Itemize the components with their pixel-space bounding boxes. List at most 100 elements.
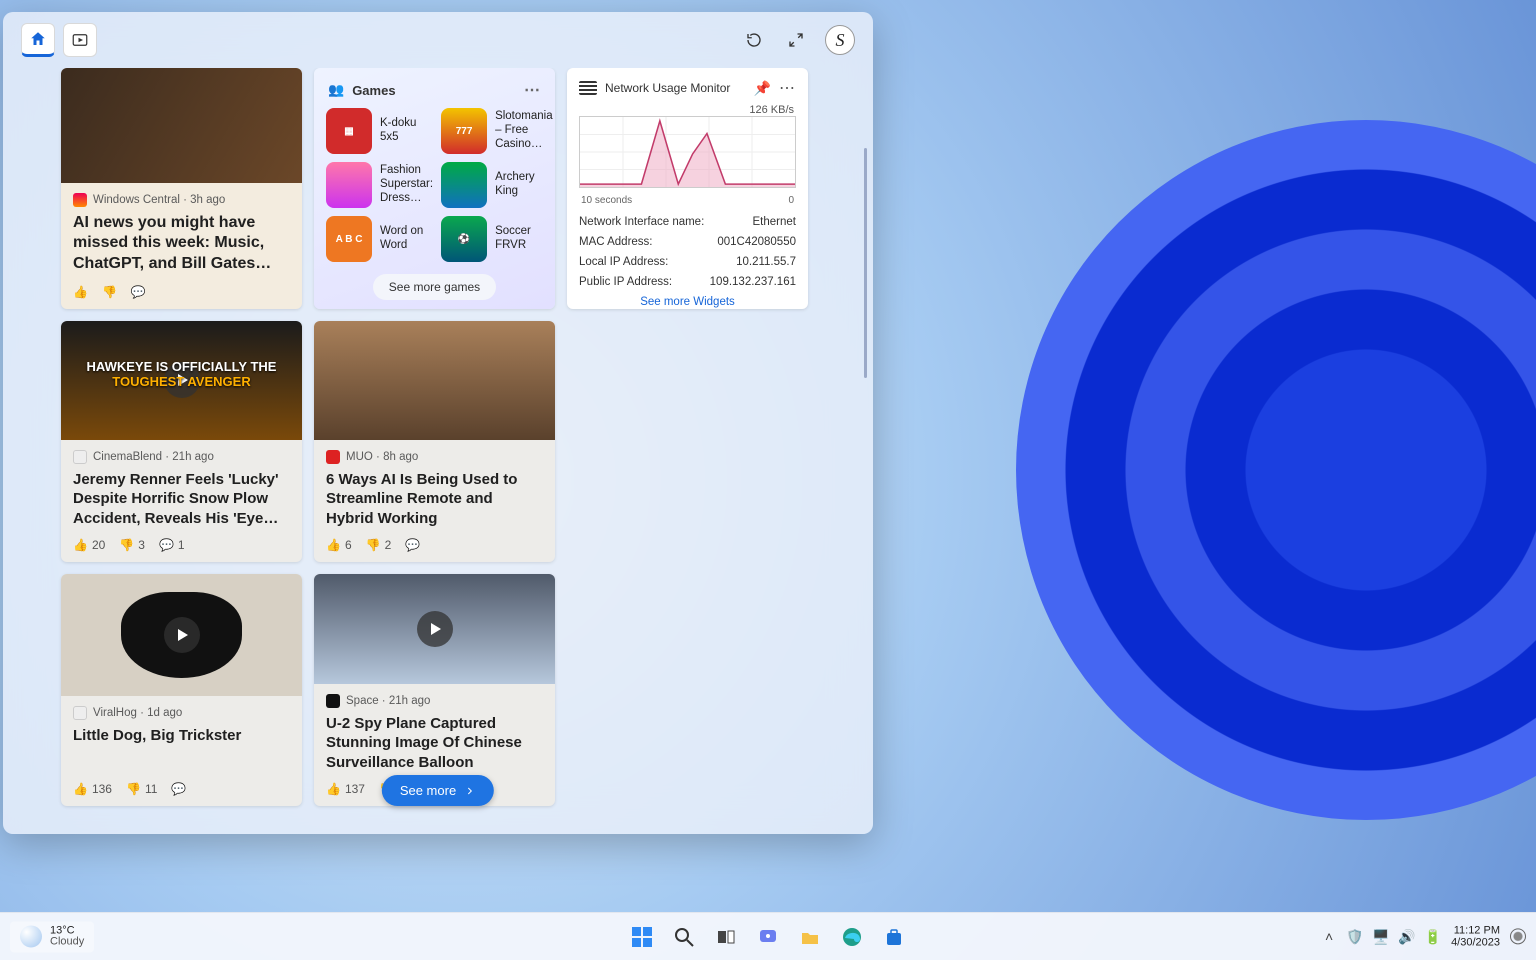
games-widget: 👥 Games ⋯ ▦K-doku 5x5 777Slotomania – Fr… bbox=[314, 68, 555, 309]
net-row-val: Ethernet bbox=[753, 216, 796, 228]
see-more-widgets-link[interactable]: See more Widgets bbox=[579, 292, 796, 308]
net-row-key: Public IP Address: bbox=[579, 276, 672, 288]
net-row-key: Network Interface name: bbox=[579, 216, 704, 228]
like-button[interactable]: 👍 136 bbox=[73, 782, 112, 796]
scroll-thumb[interactable] bbox=[864, 148, 867, 378]
search-icon bbox=[673, 926, 695, 948]
see-more-games-button[interactable]: See more games bbox=[373, 274, 496, 300]
clock-time: 11:12 PM bbox=[1451, 924, 1500, 937]
comment-button[interactable]: 💬 bbox=[171, 782, 186, 796]
battery-icon[interactable]: 🔋 bbox=[1425, 929, 1441, 945]
news-card[interactable]: Windows Central · 3h ago AI news you mig… bbox=[61, 68, 302, 309]
like-button[interactable]: 👍 137 bbox=[326, 782, 365, 796]
volume-icon[interactable]: 🔊 bbox=[1399, 929, 1415, 945]
taskbar-clock[interactable]: 11:12 PM 4/30/2023 bbox=[1451, 924, 1500, 949]
game-item[interactable]: Fashion Superstar: Dress… bbox=[326, 162, 433, 208]
taskbar-weather[interactable]: 13°C Cloudy bbox=[10, 921, 94, 952]
source-icon bbox=[73, 706, 87, 720]
net-row-val: 10.211.55.7 bbox=[736, 256, 796, 268]
edge-icon bbox=[841, 926, 863, 948]
like-button[interactable]: 👍 bbox=[73, 285, 88, 299]
system-tray[interactable]: 🛡️ 🖥️ 🔊 🔋 bbox=[1347, 929, 1441, 945]
start-button[interactable] bbox=[624, 919, 660, 955]
game-item[interactable]: ⚽Soccer FRVR bbox=[441, 216, 553, 262]
net-row-key: MAC Address: bbox=[579, 236, 653, 248]
game-item[interactable]: ▦K-doku 5x5 bbox=[326, 108, 433, 154]
widgets-panel: S Windows Central · 3h ago AI news you m… bbox=[3, 12, 873, 834]
taskview-button[interactable] bbox=[708, 919, 744, 955]
dislike-button[interactable]: 👎 2 bbox=[366, 538, 392, 552]
news-thumbnail bbox=[61, 574, 302, 696]
news-card[interactable]: MUO · 8h ago 6 Ways AI Is Being Used to … bbox=[314, 321, 555, 562]
pin-button[interactable]: 📌 bbox=[754, 80, 771, 97]
search-button[interactable] bbox=[666, 919, 702, 955]
see-more-button[interactable]: See more bbox=[382, 775, 494, 806]
games-people-icon: 👥 bbox=[328, 82, 344, 98]
news-card[interactable]: HAWKEYE IS OFFICIALLY THE TOUGHEST AVENG… bbox=[61, 321, 302, 562]
dislike-button[interactable]: 👎 bbox=[102, 285, 117, 299]
game-item[interactable]: Archery King bbox=[441, 162, 553, 208]
news-card[interactable]: ViralHog · 1d ago Little Dog, Big Tricks… bbox=[61, 574, 302, 806]
store-button[interactable] bbox=[876, 919, 912, 955]
news-card[interactable]: Space · 21h ago U-2 Spy Plane Captured S… bbox=[314, 574, 555, 806]
folder-icon bbox=[799, 926, 821, 948]
like-button[interactable]: 👍 6 bbox=[326, 538, 352, 552]
taskbar-right: ˄ 🛡️ 🖥️ 🔊 🔋 11:12 PM 4/30/2023 bbox=[1321, 924, 1526, 949]
dislike-button[interactable]: 👎 3 bbox=[119, 538, 145, 552]
weather-icon bbox=[20, 926, 42, 948]
net-row-val: 109.132.237.161 bbox=[710, 276, 796, 288]
net-row-key: Local IP Address: bbox=[579, 256, 668, 268]
chart-current-rate: 126 KB/s bbox=[581, 104, 794, 116]
source-icon bbox=[326, 450, 340, 464]
news-thumbnail bbox=[314, 321, 555, 440]
game-item[interactable]: A B CWord on Word bbox=[326, 216, 433, 262]
source-icon bbox=[73, 450, 87, 464]
source-label: MUO · 8h ago bbox=[346, 451, 418, 463]
home-tab[interactable] bbox=[21, 23, 55, 57]
home-icon bbox=[29, 30, 47, 48]
widget-menu-button[interactable]: ⋯ bbox=[779, 78, 796, 98]
chat-icon bbox=[757, 926, 779, 948]
tray-chevron-icon[interactable]: ˄ bbox=[1321, 929, 1337, 945]
edge-button[interactable] bbox=[834, 919, 870, 955]
taskbar-center bbox=[624, 919, 912, 955]
comment-button[interactable]: 💬 bbox=[405, 538, 420, 552]
chat-button[interactable] bbox=[750, 919, 786, 955]
chart-x-right: 0 bbox=[788, 195, 794, 206]
games-menu-button[interactable]: ⋯ bbox=[524, 80, 541, 100]
news-title: Jeremy Renner Feels 'Lucky' Despite Horr… bbox=[73, 470, 290, 529]
widgets-header: S bbox=[3, 12, 873, 68]
comment-button[interactable]: 💬 1 bbox=[159, 538, 185, 552]
games-title: Games bbox=[352, 83, 395, 98]
user-avatar[interactable]: S bbox=[825, 25, 855, 55]
comment-button[interactable]: 💬 bbox=[131, 285, 146, 299]
taskbar: 13°C Cloudy ˄ 🛡️ 🖥️ 🔊 🔋 11:12 PM 4/30/20… bbox=[0, 912, 1536, 960]
news-title: U-2 Spy Plane Captured Stunning Image Of… bbox=[326, 714, 543, 773]
dislike-button[interactable]: 👎 11 bbox=[126, 782, 157, 796]
explorer-button[interactable] bbox=[792, 919, 828, 955]
game-item[interactable]: 777Slotomania – Free Casino… bbox=[441, 108, 553, 154]
security-icon[interactable]: 🛡️ bbox=[1347, 929, 1363, 945]
source-icon bbox=[73, 193, 87, 207]
expand-button[interactable] bbox=[779, 23, 813, 57]
chevron-right-icon bbox=[464, 785, 476, 797]
network-tray-icon[interactable]: 🖥️ bbox=[1373, 929, 1389, 945]
news-thumbnail: HAWKEYE IS OFFICIALLY THE TOUGHEST AVENG… bbox=[61, 321, 302, 440]
source-label: CinemaBlend · 21h ago bbox=[93, 451, 214, 463]
refresh-button[interactable] bbox=[737, 23, 771, 57]
network-icon bbox=[579, 81, 597, 95]
clock-date: 4/30/2023 bbox=[1451, 937, 1500, 950]
watch-tab[interactable] bbox=[63, 23, 97, 57]
notifications-button[interactable] bbox=[1510, 929, 1526, 945]
refresh-icon bbox=[745, 31, 763, 49]
weather-desc: Cloudy bbox=[50, 937, 84, 949]
news-title: AI news you might have missed this week:… bbox=[73, 213, 290, 275]
network-chart bbox=[579, 116, 796, 188]
news-thumbnail bbox=[61, 68, 302, 183]
source-label: Space · 21h ago bbox=[346, 695, 430, 707]
play-rect-icon bbox=[71, 31, 89, 49]
news-title: Little Dog, Big Trickster bbox=[73, 726, 290, 746]
like-button[interactable]: 👍 20 bbox=[73, 538, 105, 552]
taskview-icon bbox=[715, 926, 737, 948]
windows-icon bbox=[630, 925, 654, 949]
